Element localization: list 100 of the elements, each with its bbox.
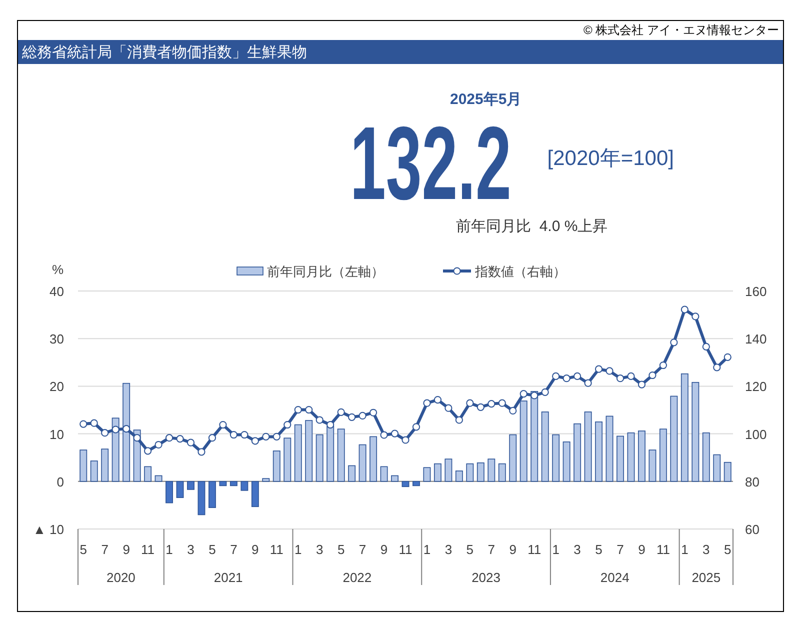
- bar: [112, 418, 120, 482]
- month-label: 9: [380, 542, 388, 557]
- month-label: 11: [141, 542, 155, 557]
- month-label: 1: [681, 542, 688, 557]
- y-tick-label: ▲ 10: [33, 522, 64, 537]
- month-label: 9: [252, 542, 259, 557]
- year-label: 2025: [692, 570, 721, 585]
- month-label: 5: [595, 542, 602, 557]
- bar: [584, 412, 592, 482]
- bar: [166, 481, 173, 504]
- y-tick-label: 140: [745, 332, 767, 347]
- bar: [552, 434, 560, 482]
- bar: [509, 434, 517, 482]
- month-label: 11: [398, 542, 412, 557]
- axis-unit: %: [52, 262, 64, 277]
- month-label: 5: [724, 542, 732, 557]
- month-label: 11: [656, 542, 670, 557]
- bar: [251, 481, 259, 508]
- bar: [305, 420, 313, 482]
- bar: [240, 481, 248, 491]
- bar: [724, 462, 732, 482]
- bar: [476, 462, 484, 482]
- bar: [208, 481, 216, 508]
- bar: [412, 481, 420, 486]
- legend-line-icon: [443, 267, 471, 275]
- bar: [574, 423, 582, 482]
- bar: [316, 434, 324, 482]
- y-tick-label: 80: [745, 474, 760, 490]
- bar: [187, 481, 194, 490]
- bar: [391, 475, 398, 482]
- month-label: 5: [337, 542, 345, 557]
- bar: [616, 436, 624, 482]
- bar: [562, 442, 570, 482]
- month-label: 7: [488, 542, 496, 557]
- bar: [488, 458, 496, 482]
- bar: [272, 450, 280, 482]
- bar: [648, 450, 656, 482]
- bar: [659, 428, 667, 482]
- bar: [595, 422, 602, 482]
- bar: [358, 444, 366, 482]
- year-label: 2020: [106, 570, 136, 585]
- month-label: 7: [101, 542, 108, 557]
- bar: [326, 426, 334, 482]
- bar: [219, 481, 227, 486]
- bar: [455, 470, 463, 482]
- bar: [154, 475, 162, 482]
- month-label: 1: [552, 542, 560, 557]
- y-tick-label: 0: [56, 474, 64, 490]
- header-title: 総務省統計局「消費者物価指数」生鮮果物: [21, 42, 307, 62]
- legend-label: 指数値（右軸）: [475, 264, 566, 279]
- bar: [230, 481, 238, 486]
- y-tick-label: 100: [745, 426, 767, 442]
- bar: [370, 436, 378, 482]
- bar: [702, 432, 710, 482]
- copyright-text: © 株式会社 アイ・エヌ情報センター: [583, 22, 780, 39]
- month-label: 3: [574, 542, 581, 557]
- y-tick-label: 120: [745, 379, 767, 394]
- y-tick-label: 10: [50, 426, 64, 442]
- y-tick-label: 30: [50, 332, 64, 347]
- month-label: 5: [80, 542, 87, 557]
- bar: [80, 450, 88, 482]
- bar: [176, 481, 184, 498]
- bar: [713, 454, 721, 482]
- index-value: 132.2: [350, 125, 512, 203]
- bar: [284, 438, 292, 482]
- bar: [541, 412, 549, 482]
- bar: [198, 481, 206, 516]
- bar: [101, 448, 109, 482]
- month-label: 9: [122, 542, 130, 557]
- bar: [348, 465, 356, 482]
- bar: [498, 463, 506, 482]
- year-label: 2021: [214, 570, 243, 585]
- month-label: 11: [528, 542, 542, 557]
- month-label: 3: [316, 542, 324, 557]
- month-label: 1: [423, 542, 431, 557]
- y-tick-label: 160: [745, 284, 767, 299]
- yoy-change: 前年同月比 4.0 %上昇: [456, 217, 608, 236]
- bar: [144, 466, 152, 482]
- bar: [90, 460, 98, 482]
- month-label: 9: [509, 542, 516, 557]
- month-label: 11: [270, 542, 284, 557]
- legend-label: 前年同月比（左軸）: [267, 264, 384, 279]
- month-label: 5: [208, 542, 216, 557]
- year-label: 2022: [342, 570, 372, 585]
- month-label: 9: [638, 542, 646, 557]
- bar: [606, 416, 614, 482]
- bar: [294, 424, 302, 482]
- bar: [337, 428, 345, 482]
- base-note: [2020年=100]: [547, 146, 674, 172]
- month-label: 1: [294, 542, 302, 557]
- y-tick-label: 20: [50, 379, 64, 394]
- month-label: 7: [358, 542, 366, 557]
- bar: [638, 430, 646, 482]
- bar: [466, 463, 474, 482]
- year-label: 2023: [472, 570, 500, 585]
- bar: [627, 432, 635, 482]
- month-label: 5: [466, 542, 474, 557]
- month-label: 3: [444, 542, 452, 557]
- month-label: 7: [230, 542, 238, 557]
- bar: [423, 467, 431, 482]
